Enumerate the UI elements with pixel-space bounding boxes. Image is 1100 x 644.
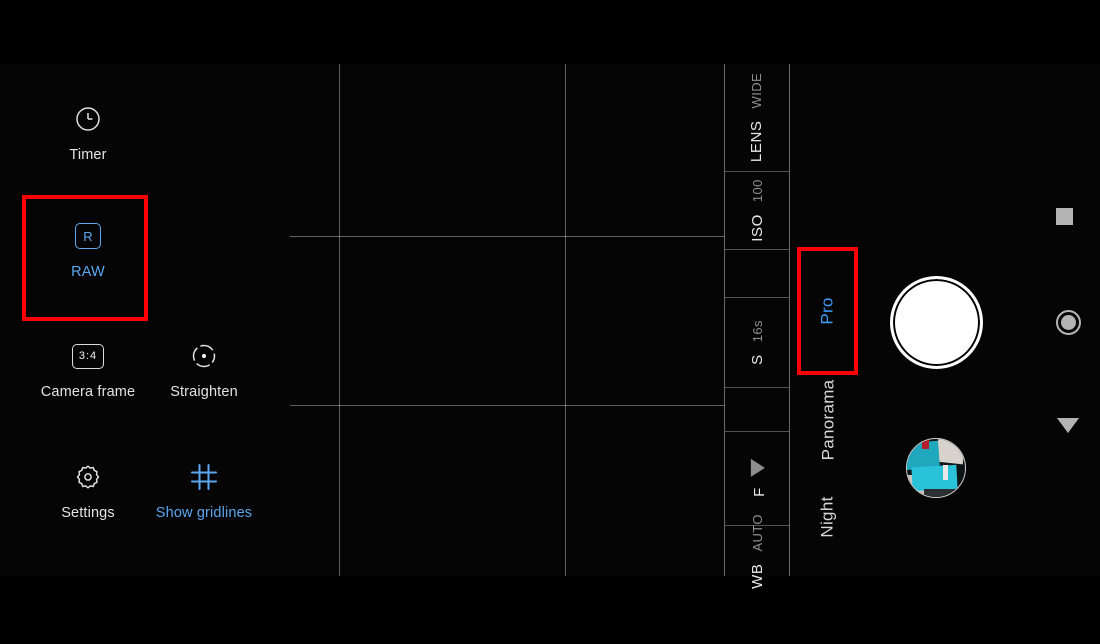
left-options-panel: Timer R RAW 3:4 Camera frame Straighten — [0, 64, 280, 576]
gridline-horizontal-2 — [290, 405, 725, 406]
pro-setting-lens-key: LENS — [748, 120, 766, 163]
mode-night-label: Night — [818, 496, 837, 538]
camera-app-screen: Timer R RAW 3:4 Camera frame Straighten — [0, 0, 1100, 644]
raw-r-icon-letter: R — [75, 223, 101, 249]
gridline-horizontal-1 — [290, 236, 725, 237]
option-straighten[interactable]: Straighten — [142, 339, 266, 400]
option-camera-frame-label: Camera frame — [40, 384, 136, 400]
pro-setting-focus[interactable]: F — [725, 432, 789, 526]
shutter-button[interactable] — [890, 276, 983, 369]
pro-setting-white-balance[interactable]: WB AUTO — [725, 514, 789, 589]
photo-thumbnail[interactable] — [906, 438, 966, 498]
thumbnail-shape-e — [942, 464, 949, 480]
pro-setting-shutter-speed-key: S — [748, 354, 766, 365]
option-camera-frame[interactable]: 3:4 Camera frame — [26, 339, 150, 400]
pro-setting-lens-value: WIDE — [749, 72, 765, 109]
pro-strip-spacer-1 — [725, 250, 789, 298]
option-timer[interactable]: Timer — [26, 102, 150, 163]
option-settings[interactable]: Settings — [26, 460, 150, 521]
thumbnail-shape-c — [936, 439, 965, 465]
pro-setting-white-balance-value: AUTO — [749, 513, 765, 552]
pro-strip-spacer-2 — [725, 388, 789, 432]
pro-settings-strip: LENS WIDE ISO 100 S 16s F WB AUTO — [724, 64, 790, 589]
pro-setting-lens[interactable]: LENS WIDE — [725, 64, 789, 172]
aspect-ratio-icon: 3:4 — [26, 339, 150, 373]
mode-panorama-label: Panorama — [818, 379, 837, 461]
gridline-vertical-2 — [565, 64, 566, 576]
thumbnail-shape-b — [911, 464, 958, 492]
option-straighten-label: Straighten — [170, 384, 238, 400]
square-recents-icon[interactable] — [1056, 208, 1073, 225]
gear-icon — [26, 460, 150, 494]
pro-setting-shutter-speed[interactable]: S 16s — [725, 298, 789, 388]
option-show-gridlines-label: Show gridlines — [155, 505, 253, 521]
option-settings-label: Settings — [61, 505, 115, 521]
gridline-vertical-1 — [339, 64, 340, 576]
circle-home-icon[interactable] — [1056, 310, 1081, 335]
triangle-back-icon[interactable] — [1057, 418, 1079, 433]
thumbnail-shape-g — [924, 488, 957, 497]
mode-selector: Pro Panorama Night — [790, 64, 866, 576]
raw-r-icon: R — [26, 219, 150, 253]
level-icon — [142, 339, 266, 373]
mode-night[interactable]: Night — [790, 453, 866, 581]
pro-setting-white-balance-key: WB — [748, 563, 766, 589]
option-show-gridlines[interactable]: Show gridlines — [142, 460, 266, 521]
pro-setting-iso-key: ISO — [748, 214, 766, 242]
pro-setting-iso-value: 100 — [749, 179, 765, 203]
thumbnail-shape-d — [922, 439, 930, 450]
pro-setting-shutter-speed-value: 16s — [749, 320, 765, 343]
pro-setting-iso[interactable]: ISO 100 — [725, 172, 789, 250]
option-raw[interactable]: R RAW — [26, 219, 150, 280]
pro-setting-focus-key: F — [750, 486, 768, 497]
grid-icon — [142, 460, 266, 494]
aperture-icon — [750, 458, 765, 477]
clock-icon — [26, 102, 150, 136]
option-timer-label: Timer — [69, 147, 107, 163]
option-raw-label: RAW — [71, 264, 105, 280]
aspect-ratio-icon-text: 3:4 — [72, 343, 104, 369]
mode-pro-label: Pro — [817, 297, 837, 325]
